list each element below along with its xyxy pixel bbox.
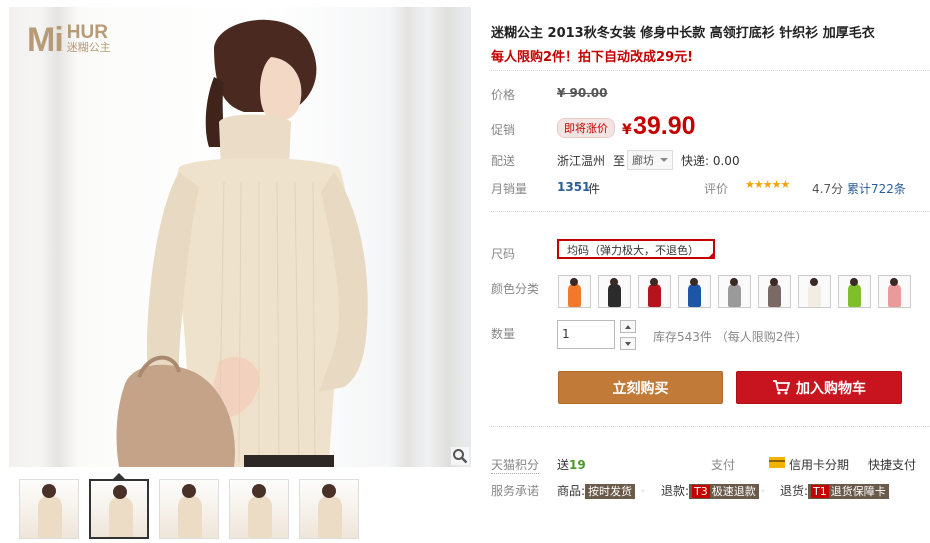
swatch-model-head [850, 278, 858, 286]
points-prefix: 送 [557, 458, 570, 472]
promo-label: 促销 [491, 123, 516, 137]
shipping-fee: 快递: 0.00 [681, 154, 740, 168]
model-photo [116, 19, 368, 467]
tmall-points-value: 送19 [557, 456, 586, 473]
color-swatch[interactable] [838, 275, 871, 308]
swatch-garment [808, 284, 821, 307]
color-label: 颜色分类 [491, 282, 540, 296]
monthly-sales-unit: 件 [588, 182, 601, 196]
zoom-icon[interactable] [451, 447, 469, 465]
promise-goods-tag: 按时发货 [585, 484, 636, 499]
active-thumb-indicator [113, 473, 125, 479]
stock-info: 库存543件 （每人限购2件） [653, 330, 808, 344]
size-option-text: 均码（弹力极大，不退色） [567, 244, 699, 257]
credit-card-icon [769, 457, 785, 468]
color-swatch[interactable] [598, 275, 631, 308]
promo-badge: 即将涨价 [557, 118, 615, 138]
star-rating-icon: ★★★★★ [745, 178, 790, 191]
product-subtitle: 每人限购2件！拍下自动改成29元! [491, 50, 694, 65]
quick-pay[interactable]: 快捷支付 [868, 456, 916, 473]
promise-return-tag: 退货保障卡 [830, 485, 886, 498]
promise-goods[interactable]: 商品: 按时发货 [557, 482, 636, 499]
thumbnail[interactable] [159, 479, 219, 539]
divider [491, 70, 930, 71]
rating-score: 4.7分 [812, 182, 844, 196]
color-swatch[interactable] [798, 275, 831, 308]
currency-symbol: ¥ [622, 122, 632, 138]
color-swatch[interactable] [718, 275, 751, 308]
swatch-model-head [570, 278, 578, 286]
swatch-model-head [690, 278, 698, 286]
promise-return-code: T1 [811, 485, 829, 498]
monthly-sales-count: 1351 [557, 180, 591, 194]
quantity-increase-button[interactable] [620, 320, 636, 333]
chevron-down-icon [660, 158, 668, 162]
color-swatch[interactable] [638, 275, 671, 308]
size-label: 尺码 [491, 247, 516, 261]
promise-refund-code: T3 [692, 485, 710, 498]
buy-now-button[interactable]: 立刻购买 [558, 371, 723, 404]
promise-goods-label: 商品: [557, 484, 586, 498]
color-swatch[interactable] [678, 275, 711, 308]
thumbnail[interactable] [19, 479, 79, 539]
color-swatch[interactable] [558, 275, 591, 308]
cart-icon [773, 380, 790, 395]
color-swatch[interactable] [878, 275, 911, 308]
promise-return-label: 退货: [780, 484, 809, 498]
swatch-model-head [730, 278, 738, 286]
separator: · [641, 484, 645, 498]
thumbnail[interactable] [299, 479, 359, 539]
separator: · [761, 484, 765, 498]
payment-label: 支付 [711, 458, 736, 472]
swatch-garment [688, 284, 701, 307]
price-label: 价格 [491, 88, 516, 102]
promise-refund[interactable]: 退款: T3 极速退款 [661, 482, 759, 499]
swatch-model-head [610, 278, 618, 286]
buy-now-label: 立刻购买 [612, 380, 669, 397]
shipping-to-label: 至 [613, 154, 626, 168]
quantity-input[interactable]: 1 [557, 320, 615, 349]
swatch-model-head [810, 278, 818, 286]
points-number: 19 [569, 458, 586, 472]
promise-refund-tag: 极速退款 [711, 485, 756, 498]
current-price: 39.90 [633, 112, 696, 140]
thumbnail[interactable] [229, 479, 289, 539]
shipping-destination-select[interactable]: 廊坊 [627, 150, 673, 170]
swatch-garment [768, 284, 781, 307]
original-price: ¥ 90.00 [557, 86, 608, 100]
size-option-selected[interactable]: 均码（弹力极大，不退色） [557, 239, 715, 259]
product-title: 迷糊公主 2013秋冬女装 修身中长款 高领打底衫 针织衫 加厚毛衣 [491, 26, 875, 41]
quantity-decrease-button[interactable] [620, 337, 636, 350]
shipping-label: 配送 [491, 154, 516, 168]
tmall-points-label[interactable]: 天猫积分 [491, 456, 540, 474]
swatch-model-head [770, 278, 778, 286]
divider [491, 211, 930, 212]
product-info-panel: 迷糊公主 2013秋冬女装 修身中长款 高领打底衫 针织衫 加厚毛衣 每人限购2… [491, 0, 930, 543]
add-to-cart-label: 加入购物车 [796, 380, 866, 397]
thumbnail-active[interactable] [89, 479, 149, 539]
quantity-label: 数量 [491, 327, 516, 341]
monthly-sales-label: 月销量 [491, 182, 528, 196]
color-swatch[interactable] [758, 275, 791, 308]
review-count-link[interactable]: 累计722条 [847, 180, 906, 197]
service-promise-label: 服务承诺 [491, 484, 540, 498]
shipping-destination-value: 廊坊 [632, 154, 654, 167]
add-to-cart-button[interactable]: 加入购物车 [736, 371, 902, 404]
swatch-model-head [650, 278, 658, 286]
shipping-origin: 浙江温州 [557, 154, 606, 168]
divider [491, 426, 930, 427]
swatch-garment [568, 284, 581, 307]
selected-check-icon [707, 251, 715, 259]
swatch-garment [848, 284, 861, 307]
credit-card-installment[interactable]: 信用卡分期 [789, 456, 849, 473]
swatch-garment [888, 284, 901, 307]
swatch-garment [648, 284, 661, 307]
rating-label: 评价 [704, 182, 729, 196]
swatch-garment [608, 284, 621, 307]
swatch-garment [728, 284, 741, 307]
promise-refund-label: 退款: [661, 484, 690, 498]
main-product-image[interactable]: Mi HUR 迷糊公主 [9, 7, 471, 467]
swatch-model-head [890, 278, 898, 286]
promise-return[interactable]: 退货: T1 退货保障卡 [780, 482, 889, 499]
